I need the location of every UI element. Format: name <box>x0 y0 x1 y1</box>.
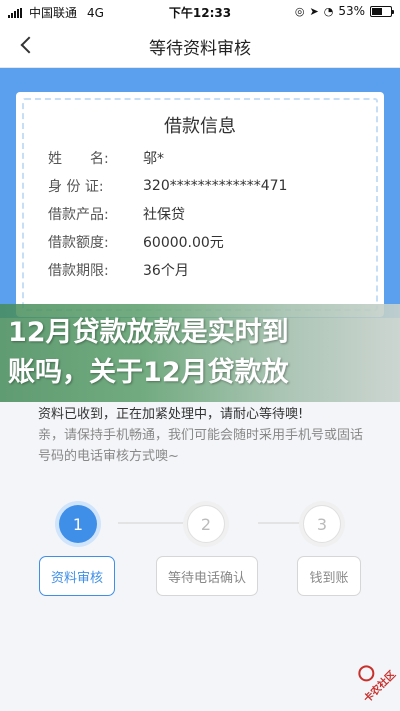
page-title: 等待资料审核 <box>149 39 251 59</box>
battery-icon <box>370 5 394 17</box>
battery-fill <box>372 7 382 15</box>
alarm-icon: ◎ <box>294 4 305 18</box>
loan-row-value: 36个月 <box>143 263 189 279</box>
watermark-logo: 卡农社区 <box>341 648 400 710</box>
overlay-line-2: 账吗，关于12月贷款放 <box>8 357 289 388</box>
loan-row-id: 身 份 证: 320*************471 <box>48 172 287 200</box>
loan-row-value: 邬* <box>143 151 164 167</box>
loan-row-value: 320*************471 <box>143 178 288 194</box>
progress-steps: 1 2 3 资料审核 等待电话确认 钱到账 <box>0 502 400 602</box>
loan-row-value: 社保贷 <box>143 207 185 223</box>
nav-bar: 等待资料审核 <box>0 22 400 68</box>
step-1-circle: 1 <box>59 505 97 543</box>
status-bar: 中国联通 4G 下午12:33 ◎ ➤ ◔ 53% <box>0 0 400 22</box>
step-connector <box>118 522 184 524</box>
loan-row-label: 借款产品: <box>48 207 109 223</box>
loan-row-label: 姓 名: <box>48 151 109 167</box>
loan-info-card: 借款信息 姓 名: 邬* 身 份 证: 320*************471 … <box>16 92 384 317</box>
loan-info-rows: 姓 名: 邬* 身 份 证: 320*************471 借款产品:… <box>48 144 287 284</box>
loan-row-name: 姓 名: 邬* <box>48 144 287 172</box>
step-connector <box>258 522 304 524</box>
article-title-overlay: 12月贷款放款是实时到 账吗，关于12月贷款放 <box>0 304 400 402</box>
step-1-label[interactable]: 资料审核 <box>39 556 115 596</box>
step-2-label[interactable]: 等待电话确认 <box>156 556 258 596</box>
battery-percent: 53% <box>338 4 365 18</box>
overlay-line-1: 12月贷款放款是实时到 <box>8 317 289 348</box>
loan-row-amount: 借款额度: 60000.00元 <box>48 228 287 256</box>
loan-row-label: 借款额度: <box>48 235 109 251</box>
status-message: 资料已收到，正在加紧处理中，请耐心等待噢! 亲，请保持手机畅通，我们可能会随时采… <box>38 404 368 467</box>
loan-row-term: 借款期限: 36个月 <box>48 256 287 284</box>
message-line-1: 资料已收到，正在加紧处理中，请耐心等待噢! <box>38 407 304 422</box>
status-right: ◎ ➤ ◔ 53% <box>294 4 394 18</box>
wifi-icon: ◔ <box>323 4 334 18</box>
loan-row-label: 身 份 证: <box>48 179 104 195</box>
loan-info-title: 借款信息 <box>164 116 236 137</box>
step-3-circle: 3 <box>303 505 341 543</box>
loan-row-value: 60000.00元 <box>143 235 224 251</box>
message-line-2: 亲，请保持手机畅通，我们可能会随时采用手机号或固话号码的电话审核方式噢~ <box>38 428 364 464</box>
loan-row-label: 借款期限: <box>48 263 109 279</box>
location-icon: ➤ <box>309 4 319 18</box>
step-2-circle: 2 <box>187 505 225 543</box>
step-3-label[interactable]: 钱到账 <box>297 556 361 596</box>
loan-row-product: 借款产品: 社保贷 <box>48 200 287 228</box>
